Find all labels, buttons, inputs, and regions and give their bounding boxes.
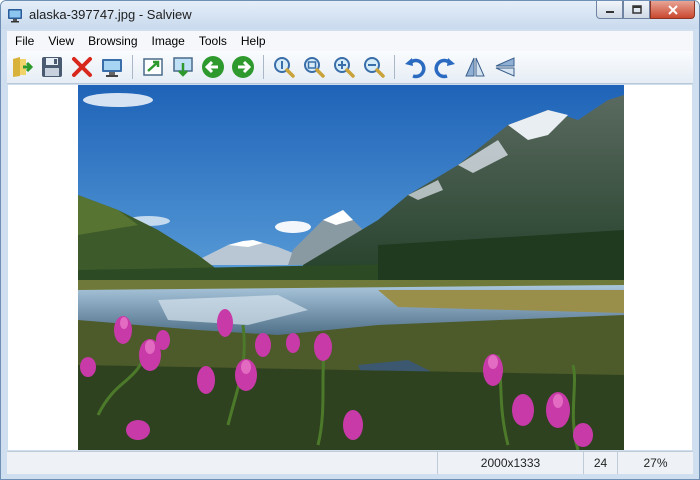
fit-icon [304,57,325,78]
delete-icon [72,57,92,77]
image-viewer[interactable] [8,85,692,450]
fit-button[interactable] [300,53,328,81]
title-bar[interactable]: alaska-397747.jpg - Salview [1,1,699,29]
zoom-out-icon [364,57,385,78]
status-zoom: 27% [617,452,693,474]
wallpaper-button[interactable] [169,53,197,81]
status-bit-depth: 24 [583,452,617,474]
toolbar [7,51,693,84]
status-dimensions: 2000x1333 [437,452,583,474]
export-button[interactable] [139,53,167,81]
next-button[interactable] [229,53,257,81]
window-title: alaska-397747.jpg - Salview [29,7,192,22]
flip-vertical-icon [495,57,515,77]
minimize-button[interactable] [596,1,623,19]
flip-vertical-button[interactable] [491,53,519,81]
close-icon [667,4,678,15]
rotate-right-icon [434,58,455,79]
toolbar-separator [263,55,264,79]
previous-icon [202,56,224,78]
alaska-landscape-photo[interactable] [78,85,624,450]
zoom-out-button[interactable] [360,53,388,81]
status-bar: 2000x1333 24 27% [7,451,693,474]
menu-bar: File View Browsing Image Tools Help [7,31,693,51]
flip-horizontal-icon [465,57,485,77]
menu-view[interactable]: View [40,34,80,48]
monitor-button[interactable] [98,53,126,81]
zoom-in-button[interactable] [330,53,358,81]
app-monitor-icon [8,9,22,23]
zoom-button[interactable] [270,53,298,81]
menu-file[interactable]: File [7,34,40,48]
app-window: alaska-397747.jpg - Salview File View Br… [0,0,700,480]
close-button[interactable] [650,1,695,19]
maximize-button[interactable] [623,1,650,19]
rotate-left-icon [405,58,426,79]
wallpaper-icon [173,57,193,77]
flip-horizontal-button[interactable] [461,53,489,81]
monitor-icon [102,59,122,77]
toolbar-separator [394,55,395,79]
caption-buttons [596,1,695,19]
menu-browsing[interactable]: Browsing [80,34,143,48]
save-icon [42,57,62,77]
open-icon [13,57,34,77]
delete-button[interactable] [68,53,96,81]
export-icon [143,58,163,76]
rotate-left-button[interactable] [401,53,429,81]
previous-button[interactable] [199,53,227,81]
menu-help[interactable]: Help [233,34,272,48]
maximize-icon [631,5,642,14]
menu-image[interactable]: Image [144,34,191,48]
toolbar-separator [132,55,133,79]
open-button[interactable] [8,53,36,81]
save-button[interactable] [38,53,66,81]
zoom-in-icon [334,57,355,78]
minimize-icon [605,10,614,13]
rotate-right-button[interactable] [431,53,459,81]
next-icon [232,56,254,78]
zoom-icon [274,57,295,78]
menu-tools[interactable]: Tools [191,34,233,48]
